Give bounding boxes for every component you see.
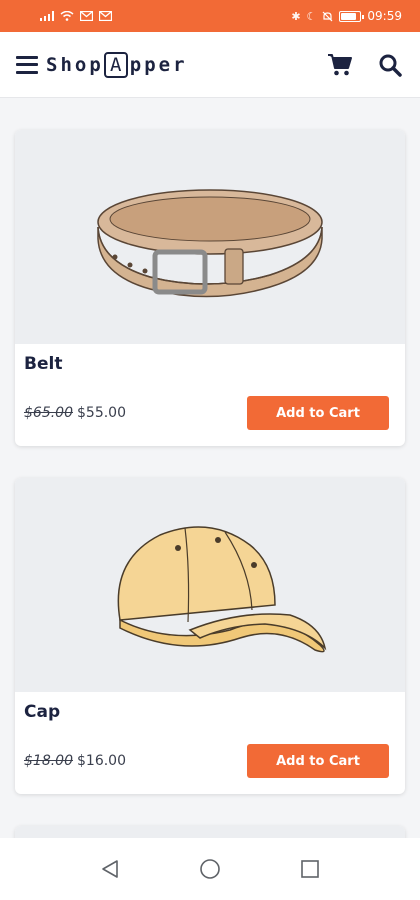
product-card[interactable]: Belt $65.00 $55.00 Add to Cart: [15, 130, 405, 446]
wifi-icon: [60, 11, 74, 21]
recents-icon[interactable]: [295, 854, 325, 884]
original-price: $18.00: [24, 753, 73, 769]
product-card[interactable]: Cap $18.00 $16.00 Add to Cart: [15, 478, 405, 794]
back-icon[interactable]: [95, 854, 125, 884]
mail-icon: [99, 11, 112, 21]
product-card[interactable]: [15, 826, 405, 838]
status-bar: ✱ ☾ 09:59: [0, 0, 420, 32]
cart-icon[interactable]: [326, 51, 354, 79]
status-time: 09:59: [367, 9, 402, 23]
product-name[interactable]: Cap: [24, 702, 389, 728]
app-logo[interactable]: Shop A pper: [46, 51, 188, 78]
system-nav-bar: [0, 838, 420, 900]
bluetooth-icon: ✱: [291, 9, 301, 23]
search-icon[interactable]: [376, 51, 404, 79]
signal-icon: [40, 11, 54, 21]
mute-icon: [322, 11, 333, 21]
belt-illustration: [97, 189, 323, 298]
product-price: $65.00 $55.00: [24, 405, 126, 421]
original-price: $65.00: [24, 405, 73, 421]
logo-text-end: pper: [129, 53, 188, 76]
product-image[interactable]: [15, 130, 405, 344]
status-left-icons: [40, 11, 112, 21]
logo-text-start: Shop: [46, 53, 104, 76]
sale-price: $55.00: [77, 405, 126, 421]
moon-icon: ☾: [306, 9, 317, 23]
status-right-icons: ✱ ☾ 09:59: [291, 9, 402, 23]
product-price: $18.00 $16.00: [24, 753, 126, 769]
home-icon[interactable]: [195, 854, 225, 884]
cap-illustration: [117, 526, 327, 653]
add-to-cart-button[interactable]: Add to Cart: [247, 744, 389, 778]
product-name[interactable]: Belt: [24, 354, 389, 380]
product-list[interactable]: Belt $65.00 $55.00 Add to Cart Cap $18.0…: [0, 98, 420, 838]
hamburger-menu-icon[interactable]: [16, 55, 38, 74]
battery-fill: [341, 12, 356, 20]
battery-icon: [339, 10, 365, 22]
mail-icon: [80, 11, 93, 21]
app-bar: Shop A pper: [0, 32, 420, 98]
product-image[interactable]: [15, 478, 405, 692]
logo-box-letter: A: [103, 51, 128, 78]
product-image[interactable]: [15, 826, 405, 838]
sale-price: $16.00: [77, 753, 126, 769]
add-to-cart-button[interactable]: Add to Cart: [247, 396, 389, 430]
